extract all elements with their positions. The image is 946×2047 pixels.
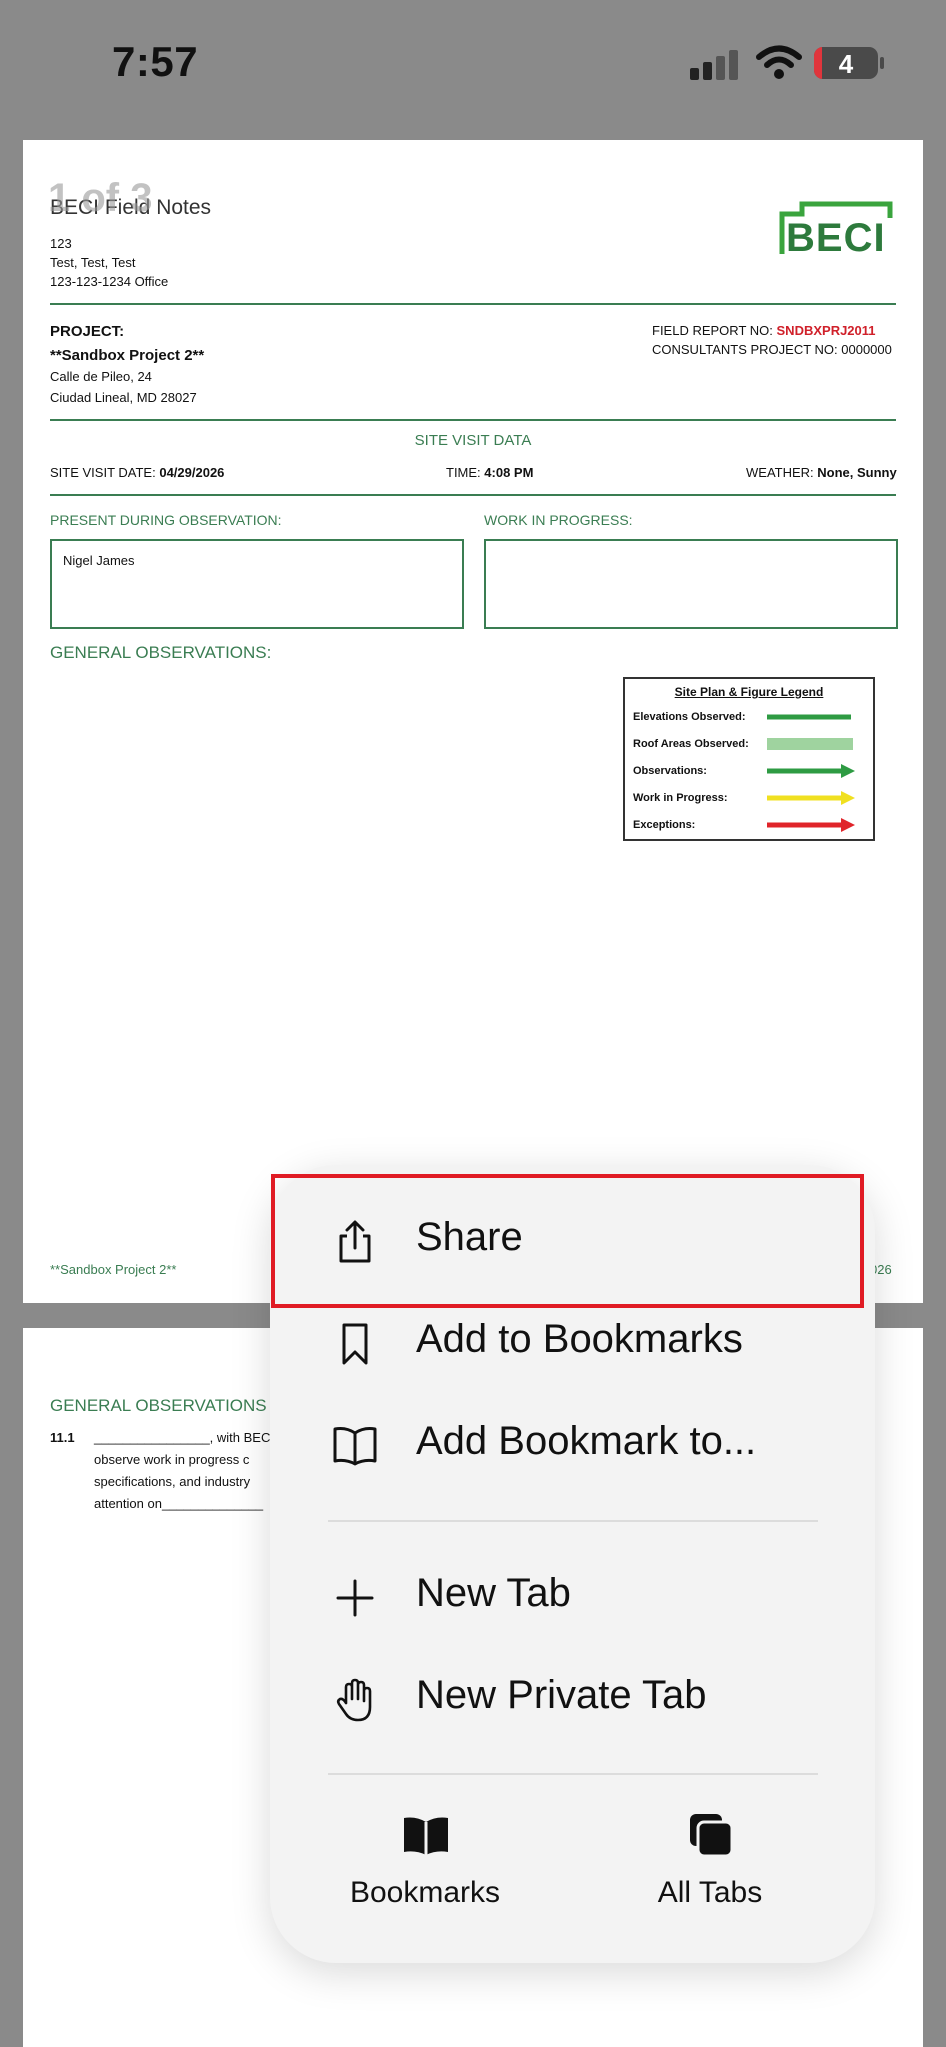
- field-report-number: SNDBXPRJ2011: [776, 323, 876, 338]
- add-to-bookmarks-menu-item[interactable]: Add to Bookmarks: [270, 1293, 875, 1393]
- wip-label: WORK IN PROGRESS:: [484, 512, 633, 528]
- site-visit-date-label: SITE VISIT DATE:: [50, 465, 156, 480]
- page2-line-4: attention on______________: [94, 1496, 264, 1511]
- legend-row-roof: Roof Areas Observed:: [633, 738, 749, 750]
- weather-value: None, Sunny: [817, 465, 897, 480]
- field-report-line: FIELD REPORT NO: SNDBXPRJ2011: [652, 323, 876, 338]
- plus-icon: [336, 1579, 374, 1617]
- present-box: Nigel James: [50, 539, 464, 629]
- add-bookmark-to-menu-item[interactable]: Add Bookmark to...: [270, 1395, 875, 1495]
- status-time: 7:57: [112, 38, 199, 85]
- new-tab-label: New Tab: [416, 1571, 571, 1615]
- open-book-icon: [333, 1427, 377, 1466]
- cellular-signal-icon: [690, 50, 742, 80]
- figure-legend: Site Plan & Figure Legend Elevations Obs…: [623, 677, 875, 841]
- address-line-1: 123: [50, 236, 72, 251]
- project-label: PROJECT:: [50, 323, 125, 340]
- share-highlight-box: [271, 1174, 864, 1308]
- legend-row-observations: Observations:: [633, 765, 707, 777]
- present-value: Nigel James: [63, 553, 135, 568]
- page2-line-2: observe work in progress c: [94, 1452, 250, 1467]
- project-address-1: Calle de Pileo, 24: [50, 369, 152, 384]
- battery-icon: 4: [814, 47, 878, 79]
- consultants-number: 0000000: [841, 342, 892, 357]
- new-private-tab-menu-item[interactable]: New Private Tab: [270, 1649, 875, 1749]
- hand-icon: [336, 1678, 372, 1722]
- time-label: TIME:: [446, 465, 481, 480]
- project-address-2: Ciudad Lineal, MD 28027: [50, 390, 197, 405]
- legend-row-elevations: Elevations Observed:: [633, 711, 746, 723]
- legend-swatches: [767, 714, 855, 832]
- add-to-bookmarks-label: Add to Bookmarks: [416, 1317, 743, 1361]
- page-indicator: 1 of 3: [48, 176, 153, 220]
- bookmark-icon: [342, 1323, 368, 1365]
- footer-project: **Sandbox Project 2**: [50, 1262, 177, 1277]
- field-report-label: FIELD REPORT NO:: [652, 323, 773, 338]
- add-bookmark-to-label: Add Bookmark to...: [416, 1419, 757, 1463]
- bookmarks-label: Bookmarks: [349, 1876, 501, 1909]
- present-label: PRESENT DURING OBSERVATION:: [50, 512, 282, 528]
- logo-text: BECI: [786, 216, 886, 260]
- wifi-icon: [756, 45, 802, 79]
- bookmarks-icon: [404, 1817, 448, 1855]
- consultants-line: CONSULTANTS PROJECT NO: 0000000: [652, 342, 892, 357]
- status-bar: 7:57 4: [0, 0, 946, 130]
- bookmarks-button[interactable]: Bookmarks: [315, 1810, 535, 1930]
- new-tab-menu-item[interactable]: New Tab: [270, 1547, 875, 1647]
- site-visit-heading: SITE VISIT DATA: [414, 432, 532, 449]
- general-observations-label: GENERAL OBSERVATIONS:: [50, 643, 272, 662]
- project-name: **Sandbox Project 2**: [50, 347, 205, 364]
- site-visit-date: SITE VISIT DATE: 04/29/2026: [50, 465, 224, 480]
- legend-row-exceptions: Exceptions:: [633, 819, 696, 831]
- address-line-2: Test, Test, Test: [50, 255, 136, 270]
- all-tabs-button[interactable]: All Tabs: [600, 1810, 820, 1930]
- all-tabs-label: All Tabs: [657, 1876, 763, 1909]
- legend-title: Site Plan & Figure Legend: [674, 685, 824, 699]
- beci-logo: BECI: [778, 198, 896, 264]
- consultants-label: CONSULTANTS PROJECT NO:: [652, 342, 838, 357]
- item-number: 11.1: [50, 1430, 75, 1445]
- page2-line-1: ________________, with BEC: [94, 1430, 271, 1445]
- legend-row-wip: Work in Progress:: [633, 792, 728, 804]
- tabs-icon: [690, 1814, 734, 1858]
- site-visit-weather: WEATHER: None, Sunny: [746, 465, 897, 480]
- battery-level: 4: [838, 49, 854, 79]
- time-value: 4:08 PM: [484, 465, 534, 480]
- new-private-tab-label: New Private Tab: [416, 1673, 707, 1717]
- page2-line-3: specifications, and industry: [94, 1474, 251, 1489]
- page2-heading: GENERAL OBSERVATIONS: [50, 1396, 267, 1415]
- site-visit-time: TIME: 4:08 PM: [446, 465, 533, 480]
- site-visit-date-value: 04/29/2026: [159, 465, 225, 480]
- weather-label: WEATHER:: [746, 465, 814, 480]
- wip-box: [484, 539, 898, 629]
- phone-line: 123-123-1234 Office: [50, 274, 169, 289]
